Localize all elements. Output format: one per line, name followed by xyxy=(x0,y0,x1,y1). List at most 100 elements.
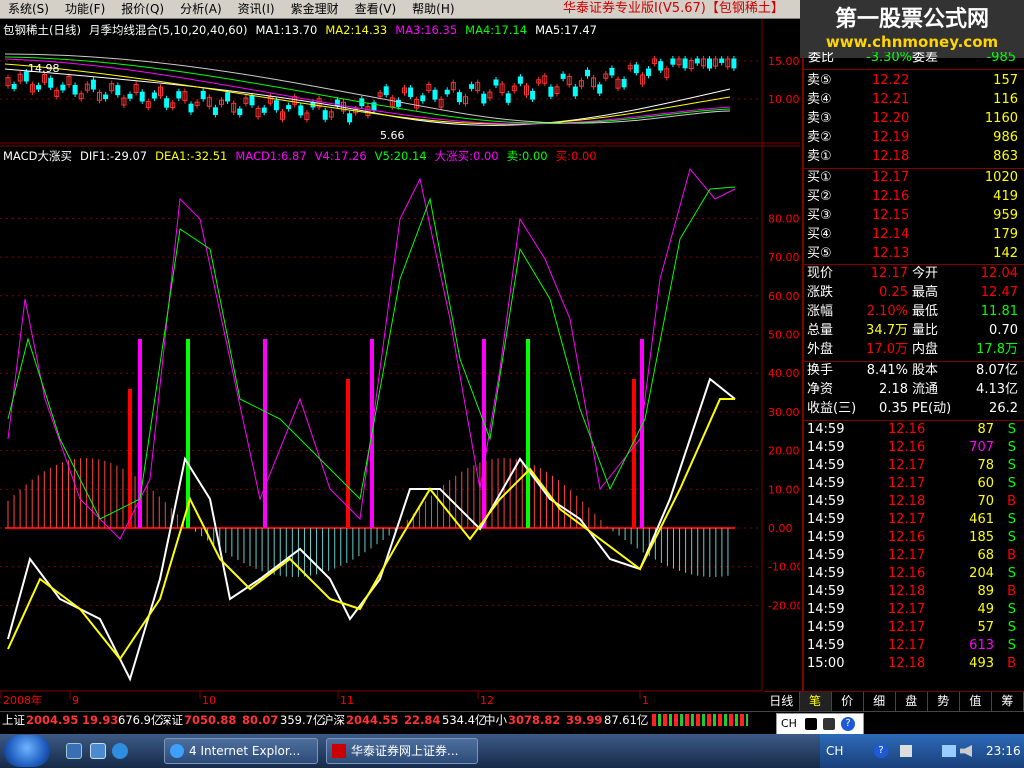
tick-side: S xyxy=(1007,602,1016,617)
indicator-header-item: 买:0.00 xyxy=(555,149,597,163)
tick-time: 14:59 xyxy=(807,530,845,545)
buy_orders-price: 12.16 xyxy=(872,189,910,204)
start-button[interactable] xyxy=(4,735,50,767)
hs-change: 22.84 xyxy=(404,713,441,727)
buy_orders-row[interactable]: 买① 12.17 1020 xyxy=(804,168,1024,187)
menu-view[interactable]: 查看(V) xyxy=(347,0,405,18)
tick-row[interactable]: 15:00 12.18 493 B xyxy=(804,655,1024,673)
candle-body xyxy=(408,87,414,97)
stat-label: 总量 xyxy=(807,323,834,338)
taskbar-ie-group[interactable]: 4 Internet Explor... xyxy=(164,738,318,764)
hs-amount: 534.4亿 xyxy=(442,713,487,727)
tick-row[interactable]: 14:59 12.16 707 S xyxy=(804,439,1024,457)
tab-0[interactable]: 日线 xyxy=(764,692,800,711)
tick-time: 14:59 xyxy=(807,494,845,509)
menu-quote[interactable]: 报价(Q) xyxy=(113,0,172,18)
tab-4[interactable]: 盘 xyxy=(896,692,928,711)
tick-side: S xyxy=(1007,566,1016,581)
menu-info[interactable]: 资讯(I) xyxy=(230,0,283,18)
candle-body xyxy=(505,93,511,103)
buy_orders-row[interactable]: 买④ 12.14 179 xyxy=(804,225,1024,244)
main-header-item: MA1:13.70 xyxy=(255,23,318,37)
fund-label: PE(动) xyxy=(912,401,952,416)
buy_orders-row[interactable]: 买③ 12.15 959 xyxy=(804,206,1024,225)
stat-label: 外盘 xyxy=(807,342,834,357)
menu-function[interactable]: 功能(F) xyxy=(57,0,113,18)
tab-7[interactable]: 筹 xyxy=(992,692,1024,711)
tick-row[interactable]: 14:59 12.17 68 B xyxy=(804,547,1024,565)
tick-price: 12.17 xyxy=(888,620,926,635)
zx-value: 3078.82 xyxy=(508,713,561,727)
stat-value: 12.04 xyxy=(980,266,1018,281)
help-icon[interactable]: ? xyxy=(841,717,855,731)
tab-1[interactable]: 笔 xyxy=(799,692,832,711)
menu-help[interactable]: 帮助(H) xyxy=(404,0,462,18)
tab-5[interactable]: 势 xyxy=(928,692,960,711)
tick-price: 12.16 xyxy=(888,422,926,437)
switch-windows-icon[interactable] xyxy=(90,743,106,759)
tray-language[interactable]: CH xyxy=(826,734,843,768)
tick-row[interactable]: 14:59 12.17 613 S xyxy=(804,637,1024,655)
signal-spike xyxy=(632,379,636,528)
candle-body xyxy=(646,68,651,76)
tick-side: S xyxy=(1007,422,1016,437)
tick-row[interactable]: 14:59 12.18 89 B xyxy=(804,583,1024,601)
tick-time: 14:59 xyxy=(807,422,845,437)
tick-row[interactable]: 14:59 12.17 57 S xyxy=(804,619,1024,637)
menu-system[interactable]: 系统(S) xyxy=(0,0,57,18)
indicator-header-item: MACD大涨买 xyxy=(3,149,72,163)
ind-ytick-label: 40.00 xyxy=(768,367,800,380)
volume-icon[interactable] xyxy=(960,745,972,757)
tick-row[interactable]: 14:59 12.17 461 S xyxy=(804,511,1024,529)
tick-side: B xyxy=(1007,548,1016,563)
clock[interactable]: 23:16 xyxy=(986,734,1021,768)
sell_orders-row[interactable]: 卖⑤ 12.22 157 xyxy=(804,71,1024,90)
sell_orders-price: 12.22 xyxy=(872,73,910,88)
candle-body xyxy=(36,85,41,90)
tick-row[interactable]: 14:59 12.16 185 S xyxy=(804,529,1024,547)
sell_orders-row[interactable]: 卖① 12.18 863 xyxy=(804,147,1024,166)
tab-6[interactable]: 值 xyxy=(960,692,992,711)
show-desktop-icon[interactable] xyxy=(66,743,82,759)
tick-row[interactable]: 14:59 12.17 78 S xyxy=(804,457,1024,475)
tick-row[interactable]: 14:59 12.16 204 S xyxy=(804,565,1024,583)
sell_orders-label: 卖② xyxy=(807,130,832,145)
ime-toolbar[interactable]: CH ? xyxy=(776,713,864,735)
sell_orders-row[interactable]: 卖④ 12.21 116 xyxy=(804,90,1024,109)
quote-weibi-row: 委比 -3.30% 委差 -985 xyxy=(804,52,1024,66)
sell_orders-row[interactable]: 卖③ 12.20 1160 xyxy=(804,109,1024,128)
chart-area[interactable]: 15.00 10.00 80.00 70.00 60.00 50.00 40.00 30.00… xyxy=(0,19,800,712)
tick-volume: 68 xyxy=(977,548,994,563)
ime-mode-icon[interactable] xyxy=(823,718,835,730)
tick-time: 15:00 xyxy=(807,656,845,671)
tray-tool-icon[interactable] xyxy=(900,745,912,757)
taskbar-huatai[interactable]: 华泰证券网上证券... xyxy=(326,738,478,764)
ie-quicklaunch-icon[interactable] xyxy=(112,743,128,759)
network-icon[interactable] xyxy=(942,745,956,757)
tick-side: S xyxy=(1007,638,1016,653)
menu-finance[interactable]: 紫金理财 xyxy=(283,0,347,18)
chart-canvas[interactable]: 15.0010.0080.0070.0060.0050.0040.0030.00… xyxy=(0,19,800,712)
tick-row[interactable]: 14:59 12.18 70 B xyxy=(804,493,1024,511)
x-axis-label: 10 xyxy=(202,694,216,707)
keyboard-icon[interactable] xyxy=(805,718,817,730)
sell_orders-row[interactable]: 卖② 12.19 986 xyxy=(804,128,1024,147)
tray-help-icon[interactable]: ? xyxy=(874,744,888,758)
tick-list[interactable]: 14:59 12.16 87 S 14:59 12.16 707 S 14:59 12.17 78 S… xyxy=(804,421,1024,691)
menu-analysis[interactable]: 分析(A) xyxy=(172,0,230,18)
main-header-item: 月季均线混合(5,10,20,40,60) xyxy=(88,23,248,37)
tab-2[interactable]: 价 xyxy=(832,692,864,711)
tick-row[interactable]: 14:59 12.17 60 S xyxy=(804,475,1024,493)
tick-time: 14:59 xyxy=(807,458,845,473)
fund-label: 净资 xyxy=(807,382,834,397)
tick-row[interactable]: 14:59 12.16 87 S xyxy=(804,421,1024,439)
candle-body xyxy=(225,92,231,102)
tab-3[interactable]: 细 xyxy=(864,692,896,711)
fund-row: 换手 8.41% 股本 8.07亿 xyxy=(804,361,1024,380)
tick-row[interactable]: 14:59 12.17 49 S xyxy=(804,601,1024,619)
zx-label: 中小 xyxy=(484,713,507,727)
buy_orders-row[interactable]: 买⑤ 12.13 142 xyxy=(804,244,1024,263)
sell_orders-volume: 863 xyxy=(993,149,1018,164)
ime-lang[interactable]: CH xyxy=(781,714,797,734)
buy_orders-row[interactable]: 买② 12.16 419 xyxy=(804,187,1024,206)
